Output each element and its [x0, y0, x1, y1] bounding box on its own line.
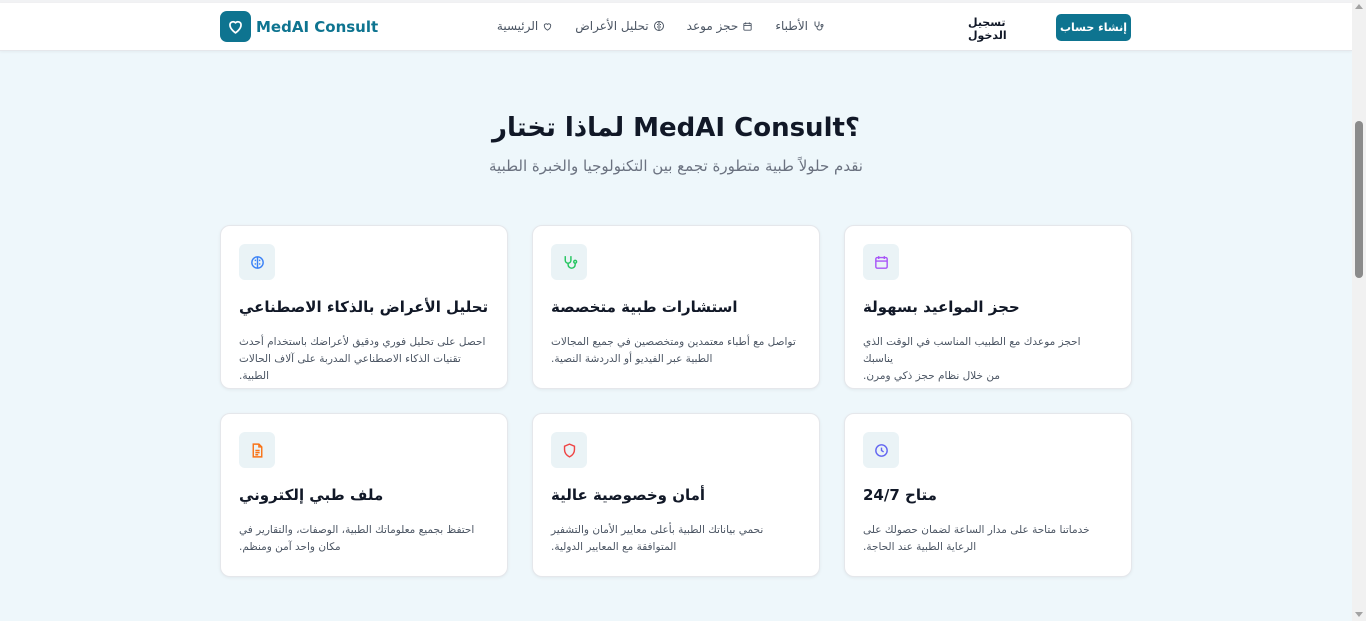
feature-card-availability: متاح 24/7 خدماتنا متاحة على مدار الساعة … — [844, 413, 1132, 577]
nav-book-appointment[interactable]: حجز موعد — [687, 19, 754, 33]
nav-doctors[interactable]: الأطباء — [775, 19, 824, 33]
document-icon — [239, 432, 275, 468]
feature-card-security: أمان وخصوصية عالية نحمي بياناتك الطبية ب… — [532, 413, 820, 577]
brand-name: MedAI Consult — [256, 17, 379, 36]
feature-card-appointments: حجز المواعيد بسهولة احجز موعدك مع الطبيب… — [844, 225, 1132, 389]
main-nav: الرئيسية تحليل الأعراض حجز موعد الأطباء — [497, 19, 824, 33]
feature-title: أمان وخصوصية عالية — [551, 486, 706, 504]
brain-icon — [653, 20, 665, 32]
calendar-icon — [742, 21, 753, 32]
nav-doctors-label: الأطباء — [775, 19, 808, 33]
feature-card-medical-record: ملف طبي إلكتروني احتفظ بجميع معلوماتك ال… — [220, 413, 508, 577]
feature-title: استشارات طبية متخصصة — [551, 298, 738, 316]
feature-description: احتفظ بجميع معلوماتك الطبية، الوصفات، وا… — [239, 524, 475, 553]
section-title: لماذا تختار MedAI Consult؟ — [492, 113, 860, 143]
clock-icon — [863, 432, 899, 468]
shield-icon — [551, 432, 587, 468]
feature-title: متاح 24/7 — [863, 486, 937, 504]
nav-home-label: الرئيسية — [496, 19, 539, 33]
feature-title: تحليل الأعراض بالذكاء الاصطناعي — [239, 298, 489, 316]
scroll-down-icon[interactable] — [1355, 612, 1363, 617]
nav-home[interactable]: الرئيسية — [497, 19, 553, 33]
heart-icon — [220, 11, 251, 42]
stethoscope-icon — [551, 244, 587, 280]
feature-title: ملف طبي إلكتروني — [239, 486, 384, 504]
feature-description: نحمي بياناتك الطبية بأعلى معايير الأمان … — [551, 524, 764, 553]
feature-description: احصل على تحليل فوري ودقيق لأعراضك باستخد… — [239, 336, 486, 382]
feature-description: احجز موعدك مع الطبيب المناسب في الوقت ال… — [863, 336, 1081, 382]
nav-symptom-analysis[interactable]: تحليل الأعراض — [575, 19, 664, 33]
heart-icon — [542, 21, 553, 32]
feature-card-ai-analysis: تحليل الأعراض بالذكاء الاصطناعي احصل على… — [220, 225, 508, 389]
page-scrollbar[interactable] — [1352, 0, 1366, 621]
signup-button[interactable]: إنشاء حساب — [1056, 14, 1131, 41]
brain-icon — [239, 244, 275, 280]
feature-description: خدماتنا متاحة على مدار الساعة لضمان حصول… — [863, 524, 1090, 553]
nav-book-appointment-label: حجز موعد — [686, 19, 739, 33]
stethoscope-icon — [812, 20, 824, 32]
feature-description: تواصل مع أطباء معتمدين ومتخصصين في جميع … — [551, 336, 796, 365]
calendar-icon — [863, 244, 899, 280]
brand-logo[interactable]: MedAI Consult — [220, 11, 378, 42]
section-subtitle: نقدم حلولاً طبية متطورة تجمع بين التكنول… — [489, 157, 863, 175]
nav-symptom-analysis-label: تحليل الأعراض — [575, 19, 649, 33]
login-button[interactable]: تسجيل الدخول — [968, 16, 1046, 42]
navbar: MedAI Consult الرئيسية تحليل الأعراض حجز… — [0, 3, 1352, 51]
feature-card-consultations: استشارات طبية متخصصة تواصل مع أطباء معتم… — [532, 225, 820, 389]
scroll-up-icon[interactable] — [1355, 4, 1363, 9]
feature-title: حجز المواعيد بسهولة — [863, 298, 1020, 316]
scrollbar-thumb[interactable] — [1355, 121, 1363, 278]
